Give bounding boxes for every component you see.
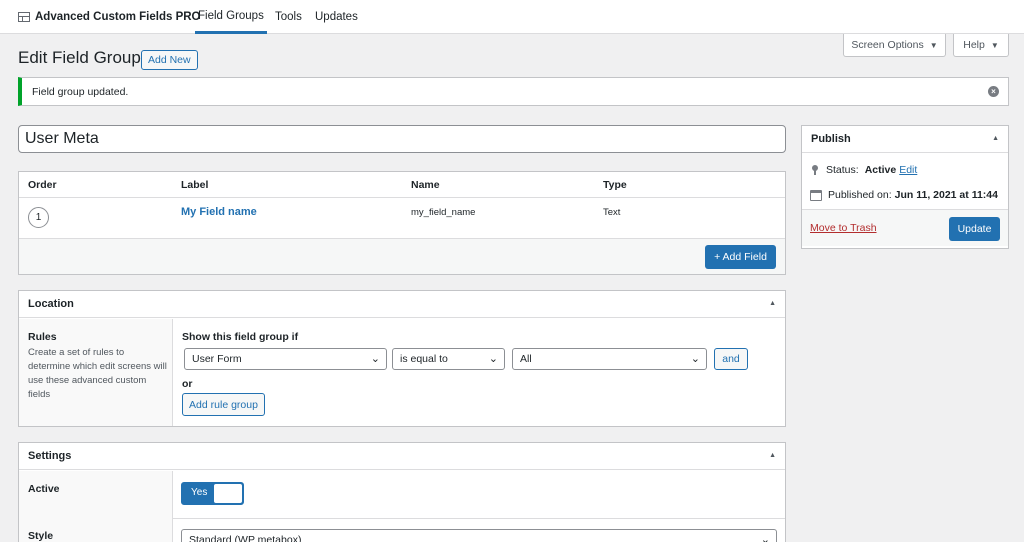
chevron-down-icon: ⌄ [690,353,700,365]
caret-down-icon: ▼ [929,40,938,50]
rule-value-select[interactable]: All ⌄ [512,348,707,370]
published-date: Jun 11, 2021 at 11:44 [894,189,998,201]
top-bar: Advanced Custom Fields PRO Field Groups … [0,0,1024,34]
collapse-arrow-icon[interactable]: ▲ [769,300,776,307]
tab-tools[interactable]: Tools [272,0,305,34]
rules-title: Rules [28,331,57,343]
collapse-arrow-icon[interactable]: ▲ [992,135,999,142]
tab-updates[interactable]: Updates [312,0,361,34]
field-type: Text [603,207,621,218]
table-icon [18,12,30,22]
page-title: Edit Field Group [18,48,141,67]
calendar-icon [810,189,822,201]
active-toggle[interactable]: Yes [181,482,244,505]
brand-title: Advanced Custom Fields PRO [35,11,201,23]
brand: Advanced Custom Fields PRO [18,0,201,34]
status-value: Active [864,164,897,176]
add-new-button[interactable]: Add New [141,50,198,70]
dismiss-icon[interactable]: × [988,86,999,97]
published-row: Published on: Jun 11, 2021 at 11:44 [810,189,998,201]
fields-table: Order Label Name Type 1 My Field name my… [18,171,786,275]
chevron-down-icon: ⌄ [370,353,380,365]
screen-options-button[interactable]: Screen Options ▼ [843,34,946,57]
style-value: Standard (WP metabox) [189,534,302,542]
tab-field-groups[interactable]: Field Groups [195,0,267,34]
publish-header[interactable]: Publish ▲ [802,126,1008,153]
order-badge[interactable]: 1 [28,207,49,228]
or-label: or [182,378,193,390]
status-label: Status: [826,164,859,176]
field-label-link[interactable]: My Field name [181,206,257,218]
rule-value-value: All [520,353,532,365]
update-button[interactable]: Update [949,217,1000,241]
table-row[interactable]: 1 My Field name my_field_name Text [19,198,785,239]
column-order: Order [28,179,57,191]
settings-sidebar: Active Style [19,471,173,542]
settings-header[interactable]: Settings ▲ [19,443,785,470]
rules-description: Create a set of rules to determine which… [28,347,167,400]
chevron-down-icon: ⌄ [760,534,770,542]
caret-down-icon: ▼ [990,40,999,50]
add-rule-group-button[interactable]: Add rule group [182,393,265,416]
rule-operator-select[interactable]: is equal to ⌄ [392,348,505,370]
toggle-label: Yes [191,487,208,498]
location-postbox: Location ▲ Rules Create a set of rules t… [18,290,786,427]
notice-text: Field group updated. [32,85,129,98]
pin-icon [810,165,820,175]
toggle-knob [214,484,242,503]
chevron-down-icon: ⌄ [488,353,498,365]
column-label: Label [181,179,209,191]
updated-notice: Field group updated. × [18,77,1009,106]
screen-options-label: Screen Options [851,39,924,51]
style-label: Style [28,530,54,542]
column-type: Type [603,179,627,191]
field-group-title-input[interactable]: User Meta [18,125,786,153]
collapse-arrow-icon[interactable]: ▲ [769,452,776,459]
edit-status-link[interactable]: Edit [899,164,917,176]
fields-table-header: Order Label Name Type [19,172,785,198]
location-title: Location [28,298,74,310]
and-button[interactable]: and [714,348,748,370]
rules-sidebar: Rules Create a set of rules to determine… [19,319,173,426]
publish-title: Publish [811,133,851,145]
location-header[interactable]: Location ▲ [19,291,785,318]
add-field-button[interactable]: + Add Field [705,245,776,269]
help-label: Help [963,39,985,51]
field-name: my_field_name [411,207,476,218]
help-button[interactable]: Help ▼ [953,34,1009,57]
published-label: Published on: [828,189,892,201]
column-name: Name [411,179,440,191]
rule-operator-value: is equal to [400,353,448,365]
settings-postbox: Settings ▲ Active Style Standard (WP met… [18,442,786,542]
condition-label: Show this field group if [182,331,299,343]
settings-divider [173,518,785,519]
status-row: Status: Active Edit [810,164,917,176]
move-to-trash-link[interactable]: Move to Trash [810,222,877,234]
rule-param-value: User Form [192,353,242,365]
settings-title: Settings [28,450,72,462]
rule-param-select[interactable]: User Form ⌄ [184,348,387,370]
style-select[interactable]: Standard (WP metabox) ⌄ [181,529,777,542]
active-label: Active [28,483,60,495]
publish-postbox: Publish ▲ Status: Active Edit Published … [801,125,1009,249]
